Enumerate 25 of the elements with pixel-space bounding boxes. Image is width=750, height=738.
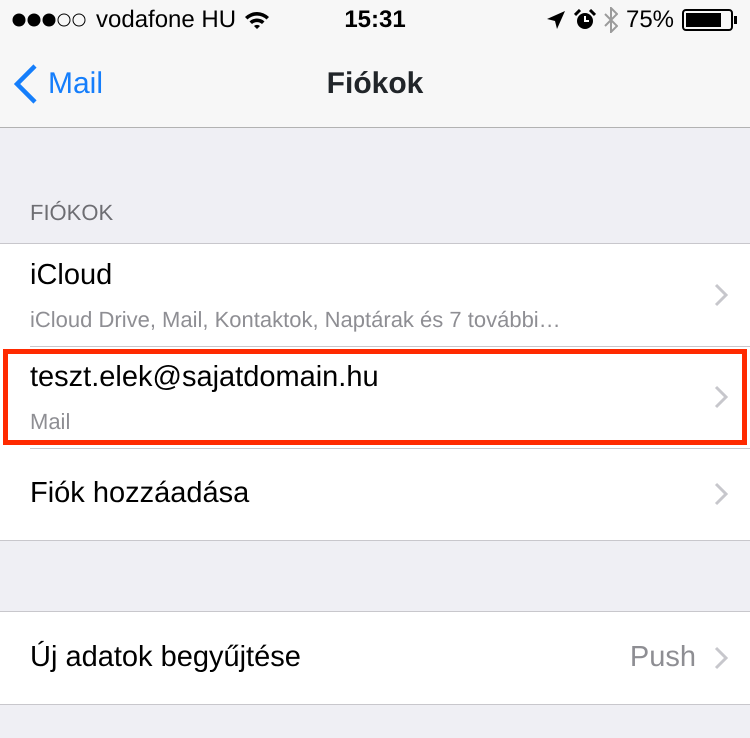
battery-percent: 75% <box>626 5 674 35</box>
clock-time: 15:31 <box>344 5 406 35</box>
screen-title: Fiókok <box>326 66 424 102</box>
signal-icon <box>12 13 88 27</box>
wifi-icon <box>244 10 270 30</box>
row-title: teszt.elek@sajatdomain.hu <box>30 360 380 395</box>
location-arrow-icon <box>546 10 566 30</box>
carrier-name: vodafone HU <box>96 5 236 35</box>
row-subtitle: Mail <box>30 408 72 436</box>
list-row[interactable]: teszt.elek@sajatdomain.hu Mail <box>0 346 750 448</box>
battery-icon <box>682 9 738 31</box>
bluetooth-icon <box>604 7 618 33</box>
chevron-icon <box>714 283 728 307</box>
row-subtitle: iCloud Drive, Mail, Kontaktok, Naptárak és 7 további… <box>30 306 562 334</box>
alarm-clock-icon <box>574 9 596 31</box>
back-chevron-icon <box>14 64 38 104</box>
row-title: Új adatok begyűjtése <box>30 640 302 676</box>
chevron-icon <box>714 385 728 409</box>
row-value: Push <box>630 640 696 676</box>
section-header: FIÓKOK <box>29 199 114 227</box>
back-button[interactable]: Mail <box>0 40 104 128</box>
chevron-icon <box>714 646 728 670</box>
chevron-icon <box>714 482 728 506</box>
row-title: iCloud <box>30 258 114 293</box>
row-title: Fiók hozzáadása <box>30 476 250 512</box>
